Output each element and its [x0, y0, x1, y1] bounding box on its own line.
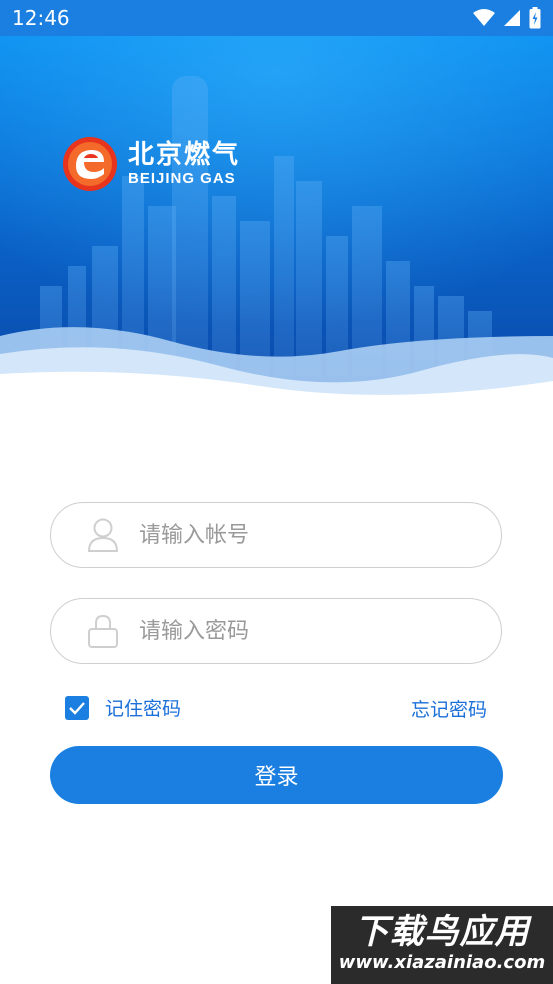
lock-icon: [88, 614, 118, 648]
checkmark-icon: [69, 701, 85, 715]
status-icons: [473, 7, 541, 29]
battery-icon: [529, 7, 541, 29]
signal-icon: [504, 10, 520, 26]
brand-logo: 北京燃气 BEIJING GAS: [62, 136, 240, 192]
forgot-password-link[interactable]: 忘记密码: [411, 695, 487, 722]
login-button[interactable]: 登录: [50, 746, 503, 804]
user-icon: [87, 518, 119, 552]
status-time: 12:46: [12, 6, 70, 30]
brand-name-en: BEIJING GAS: [128, 170, 236, 187]
watermark-title: 下载鸟应用: [354, 912, 530, 952]
remember-password-label: 记住密码: [105, 698, 182, 720]
city-skyline-illustration: [0, 36, 553, 400]
watermark-url: www.xiazainiao.com: [338, 952, 546, 973]
wifi-icon: [473, 9, 495, 26]
brand-name: 北京燃气 BEIJING GAS: [128, 140, 240, 188]
watermark: 下载鸟应用 www.xiazainiao.com: [331, 906, 553, 984]
beijing-gas-logo-icon: [63, 137, 117, 191]
remember-password-toggle[interactable]: 记住密码: [65, 694, 181, 721]
hero-banner: 北京燃气 BEIJING GAS: [0, 36, 553, 400]
remember-password-checkbox[interactable]: [65, 695, 89, 720]
status-bar: 12:46: [0, 0, 553, 36]
username-field[interactable]: [50, 502, 502, 568]
password-field[interactable]: [50, 598, 502, 664]
brand-name-cn: 北京燃气: [128, 140, 241, 170]
username-input[interactable]: [137, 521, 461, 549]
password-input[interactable]: [137, 617, 461, 645]
